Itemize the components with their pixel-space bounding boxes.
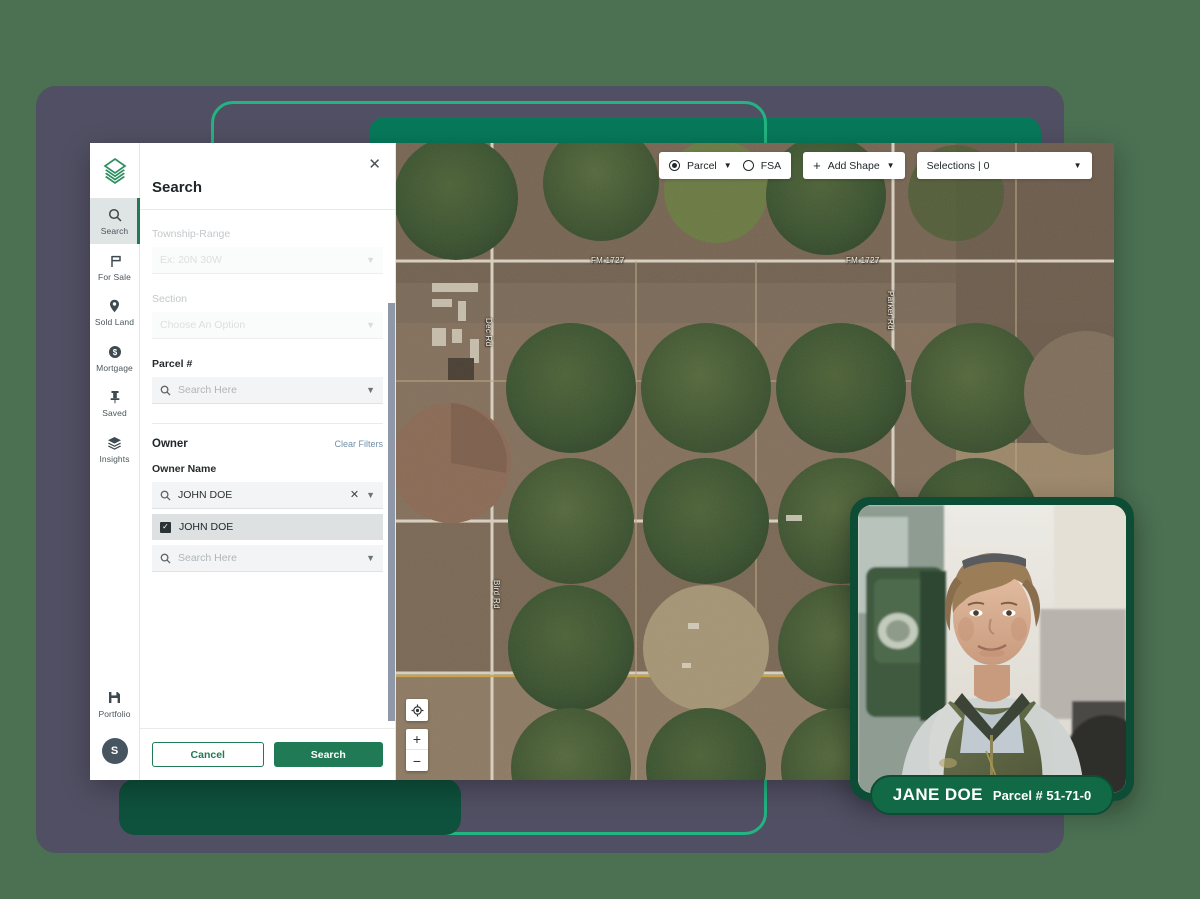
sidebar-item-label: Saved <box>102 408 127 418</box>
owner-photo-card: JANE DOE Parcel # 51-71-0 <box>850 497 1134 815</box>
chevron-down-icon: ▼ <box>366 254 375 265</box>
panel-scrollbar[interactable] <box>388 303 395 721</box>
parcel-fsa-toggle[interactable]: Parcel ▼ FSA <box>659 152 792 179</box>
close-icon[interactable]: ✕ <box>368 157 381 172</box>
field-label: Township-Range <box>152 228 231 240</box>
radio-unselected-icon[interactable] <box>742 160 754 171</box>
owner-photo <box>858 505 1126 793</box>
sidebar-item-saved[interactable]: Saved <box>90 380 140 426</box>
owner-option-john-doe[interactable]: ✓ JOHN DOE <box>152 513 383 541</box>
field-parcel-number: Parcel # Search Here ▼ <box>152 358 383 404</box>
sidebar-item-insights[interactable]: Insights <box>90 426 140 472</box>
chevron-down-icon: ▼ <box>366 489 375 500</box>
crosshair-locate-icon <box>411 704 423 716</box>
section-placeholder: Choose An Option <box>160 319 246 331</box>
sidebar-item-label: For Sale <box>98 271 131 282</box>
avatar-initial: S <box>110 745 119 757</box>
clear-filters-link[interactable]: Clear Filters <box>334 439 383 449</box>
plus-icon: + <box>813 158 821 173</box>
map-controls: + − <box>406 699 428 771</box>
fsa-option-label: FSA <box>760 159 782 172</box>
owner-secondary-placeholder: Search Here <box>178 552 237 564</box>
field-township-range: Township-Range Ex: 20N 30W ▼ <box>152 228 383 274</box>
search-icon <box>160 553 171 564</box>
sidebar-item-for-sale[interactable]: For Sale <box>90 244 140 290</box>
pushpin-icon <box>108 389 122 405</box>
search-icon <box>160 490 171 501</box>
svg-text:$: $ <box>112 348 117 357</box>
locate-me-button[interactable] <box>406 699 428 721</box>
owner-name-value: JOHN DOE <box>178 489 233 501</box>
sidebar-item-portfolio[interactable]: Portfolio <box>90 681 140 727</box>
selections-dropdown[interactable]: Selections | 0 ▼ <box>916 152 1092 179</box>
sidebar-item-label: Portfolio <box>98 708 131 719</box>
map-pin-icon <box>108 298 121 314</box>
chevron-down-icon: ▼ <box>366 552 375 563</box>
radio-selected-icon[interactable] <box>669 160 680 171</box>
field-label: Section <box>152 293 188 305</box>
owner-parcel-number: Parcel # 51-71-0 <box>992 787 1092 803</box>
owner-name-input[interactable]: JOHN DOE ✕ ▼ <box>152 482 383 509</box>
owner-section-header: Owner Clear Filters <box>152 423 383 450</box>
chevron-down-icon: ▼ <box>1073 161 1082 170</box>
owner-secondary-input[interactable]: Search Here ▼ <box>152 545 383 572</box>
sidebar-item-label: Insights <box>99 453 130 464</box>
stacked-layers-logo-icon[interactable] <box>102 143 128 198</box>
map-toolbar: Parcel ▼ FSA + Add Shape ▼ Selections | … <box>659 152 1092 179</box>
chevron-down-icon: ▼ <box>366 384 375 395</box>
layers-icon <box>107 435 122 451</box>
field-label: Parcel # <box>152 358 193 370</box>
chevron-down-icon: ▼ <box>886 161 895 170</box>
selections-label: Selections | 0 <box>926 159 990 172</box>
search-panel: ✕ Search Township-Range Ex: 20N 30W ▼ Se… <box>140 143 396 780</box>
sidebar-item-mortgage[interactable]: $ Mortgage <box>90 335 140 381</box>
section-select[interactable]: Choose An Option ▼ <box>152 312 383 339</box>
farmer-portrait-image <box>858 505 1126 793</box>
owner-option-label: JOHN DOE <box>179 521 234 533</box>
dollar-circle-icon: $ <box>108 344 122 360</box>
owner-section-title: Owner <box>152 438 188 450</box>
cancel-button[interactable]: Cancel <box>152 742 264 767</box>
owner-name: JANE DOE <box>892 785 983 804</box>
add-shape-label: Add Shape <box>827 159 880 172</box>
parcel-number-input[interactable]: Search Here ▼ <box>152 377 383 404</box>
sidebar-item-label: Search <box>100 226 129 236</box>
field-section: Section Choose An Option ▼ <box>152 293 383 339</box>
field-label: Owner Name <box>152 463 217 475</box>
map-zoom-controls: + − <box>406 729 428 771</box>
search-icon <box>160 385 171 396</box>
sidebar-item-search[interactable]: Search <box>90 198 140 244</box>
sidebar-item-sold-land[interactable]: Sold Land <box>90 289 140 335</box>
zoom-in-button[interactable]: + <box>406 729 428 750</box>
page-title: Search <box>140 143 395 210</box>
zoom-out-button[interactable]: − <box>406 750 428 771</box>
floppy-save-icon <box>108 690 121 706</box>
sidebar-item-label: Sold Land <box>94 317 135 327</box>
search-panel-footer: Cancel Search <box>140 728 395 780</box>
parcel-option-label: Parcel <box>687 159 717 172</box>
for-sale-sign-icon <box>108 253 122 269</box>
search-panel-body: Township-Range Ex: 20N 30W ▼ Section Cho… <box>140 210 395 728</box>
close-icon[interactable]: ✕ <box>350 489 359 501</box>
add-shape-button[interactable]: + Add Shape ▼ <box>803 152 905 179</box>
owner-name-banner: JANE DOE Parcel # 51-71-0 <box>870 775 1114 815</box>
sidebar-nav: Search For Sale Sold Land $ Mortgage Sav… <box>90 143 140 780</box>
chevron-down-icon[interactable]: ▼ <box>724 161 732 170</box>
parcel-number-placeholder: Search Here <box>178 384 237 396</box>
avatar[interactable]: S <box>101 738 128 764</box>
background-green-bar-bottom <box>119 779 461 835</box>
search-button[interactable]: Search <box>273 742 383 767</box>
checkbox-checked-icon[interactable]: ✓ <box>160 521 171 533</box>
search-icon <box>108 207 122 223</box>
sidebar-item-label: Mortgage <box>96 362 133 373</box>
field-owner-name: Owner Name JOHN DOE ✕ ▼ ✓ JOHN DOE Searc… <box>152 463 383 572</box>
township-range-placeholder: Ex: 20N 30W <box>160 254 222 266</box>
chevron-down-icon: ▼ <box>366 319 375 330</box>
township-range-select[interactable]: Ex: 20N 30W ▼ <box>152 247 383 274</box>
